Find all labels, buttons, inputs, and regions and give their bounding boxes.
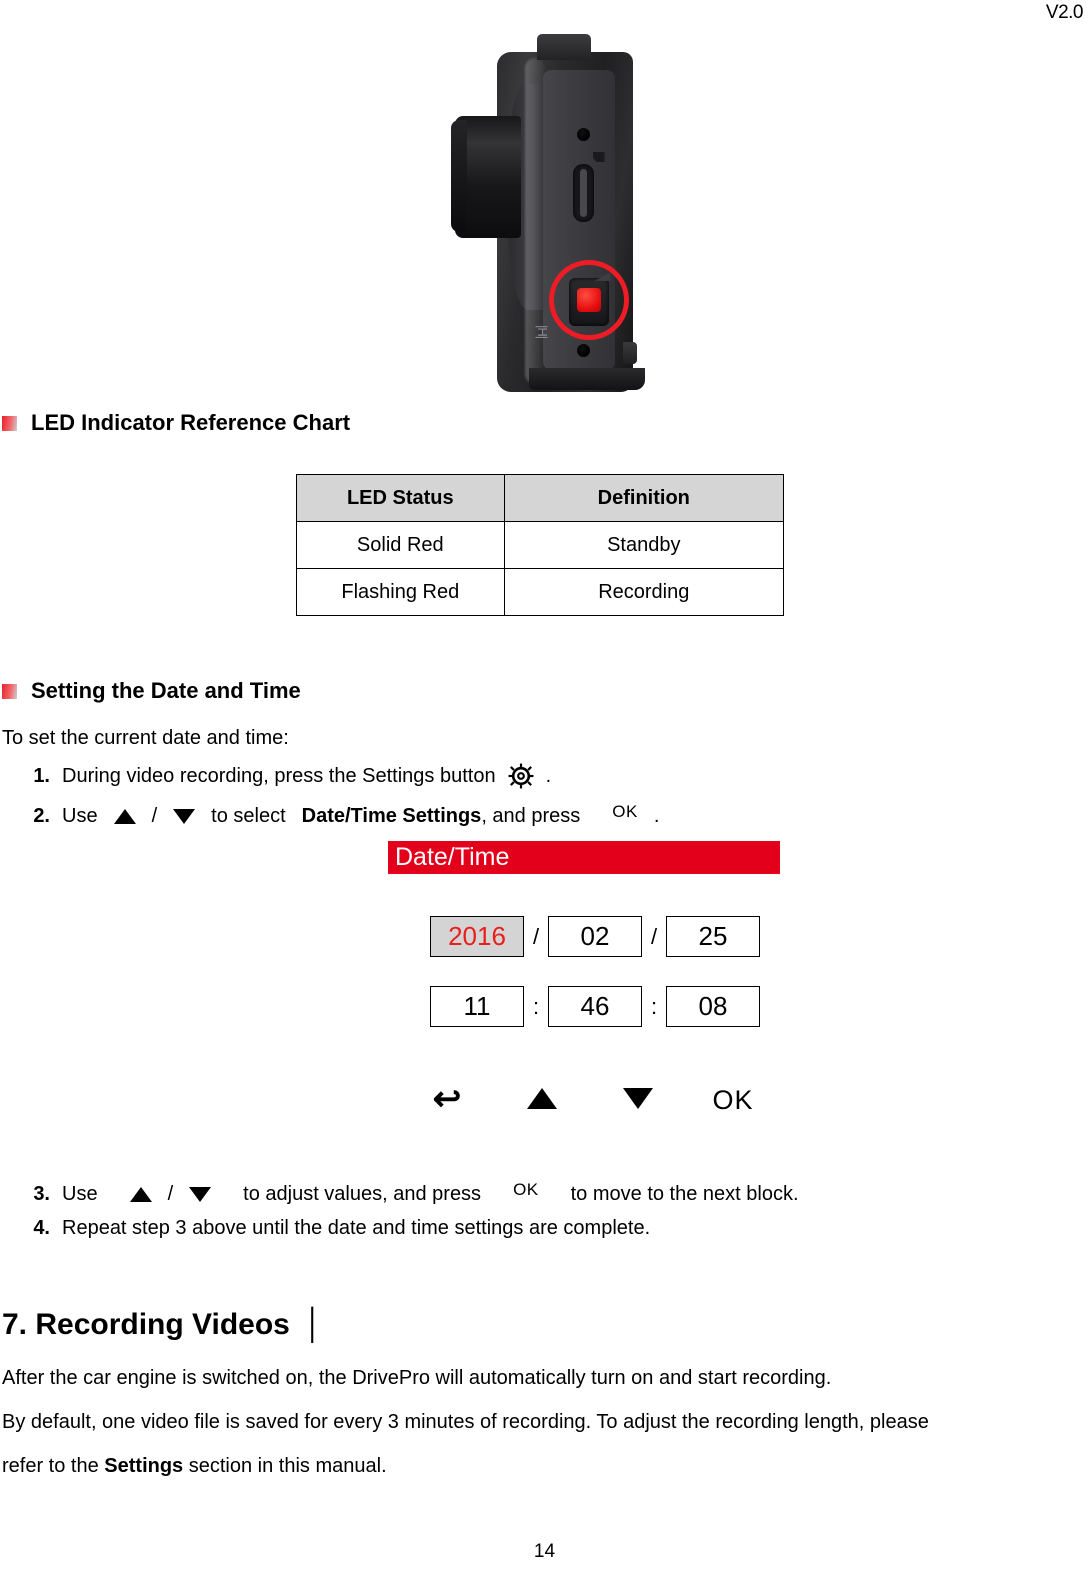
led-indicator-table: LED Status Definition Solid Red Standby … [296, 474, 785, 616]
step-text-mid: to adjust values, and press [243, 1183, 482, 1205]
heading-setting-the-date-and-time: Setting the Date and Time [2, 678, 301, 704]
paragraph-bold-term: Settings [104, 1455, 184, 1477]
table-row: Solid Red Standby [296, 521, 785, 569]
device-port-hole-top [576, 128, 590, 141]
step-text: Use [62, 805, 98, 827]
triangle-up-icon [113, 809, 136, 824]
step-number: 4. [33, 1217, 50, 1239]
time-separator-1: : [532, 993, 540, 1019]
device-port-hole-bottom [576, 344, 590, 357]
triangle-up-icon [527, 1088, 558, 1109]
time-field-row: 11 : 46 : 08 [430, 986, 760, 1027]
device-mount-nub [536, 34, 591, 60]
step-text-end: . [545, 764, 552, 787]
dashcam-side-view-image: |H| [425, 24, 665, 396]
second-field[interactable]: 08 [666, 986, 760, 1027]
up-button[interactable] [505, 1085, 579, 1116]
bullet-square-icon [2, 415, 17, 431]
time-separator-2: : [650, 993, 658, 1019]
device-microphone-mark: |H| [534, 325, 550, 339]
table-cell-definition: Standby [503, 521, 785, 569]
step-text-mid2: , and press [481, 805, 581, 827]
bullet-square-icon [2, 683, 17, 699]
ok-icon: OK [712, 1085, 754, 1115]
recording-paragraph-1: After the car engine is switched on, the… [2, 1367, 832, 1389]
heading-recording-videos: 7. Recording Videos │ [2, 1308, 323, 1342]
device-lens-front [450, 120, 467, 232]
heading-text: Setting the Date and Time [31, 678, 301, 703]
date-field-row: 2016 / 02 / 25 [430, 916, 760, 957]
step-text-end: to move to the next block. [570, 1183, 799, 1205]
table-header-definition: Definition [503, 474, 785, 522]
year-field[interactable]: 2016 [430, 916, 524, 957]
down-button[interactable] [601, 1085, 675, 1116]
document-version-label: V2.0 [1045, 2, 1084, 23]
table-header-led-status: LED Status [296, 474, 505, 522]
day-field[interactable]: 25 [666, 916, 760, 957]
paragraph-text-before: refer to the [2, 1455, 99, 1477]
gear-icon [508, 763, 534, 789]
ok-icon: OK [612, 801, 638, 821]
step-4: 4. Repeat step 3 above until the date an… [8, 1217, 650, 1240]
hour-field[interactable]: 11 [430, 986, 524, 1027]
step-text: During video recording, press the Settin… [62, 764, 496, 787]
device-memory-card-slot-inner [579, 169, 587, 217]
recording-paragraph-2-line-1: By default, one video file is saved for … [2, 1411, 929, 1433]
back-button[interactable]: ↩ [410, 1080, 484, 1118]
table-row: Flashing Red Recording [296, 568, 785, 616]
device-base [528, 368, 645, 390]
table-cell-status: Solid Red [296, 521, 505, 569]
annotation-highlight-circle [548, 260, 629, 340]
paragraph-text-after: section in this manual. [188, 1455, 387, 1477]
minute-field[interactable]: 46 [548, 986, 642, 1027]
triangle-down-icon [189, 1187, 212, 1202]
page-number: 14 [533, 1541, 556, 1562]
date-time-intro-text: To set the current date and time: [2, 727, 289, 749]
step-text: Use [62, 1183, 98, 1205]
step-2: 2. Use / to select Date/Time Settings , … [8, 801, 660, 828]
heading-text: LED Indicator Reference Chart [31, 410, 351, 435]
step-text-end: . [653, 805, 660, 827]
table-header-row: LED Status Definition [296, 474, 785, 522]
heading-text: 7. Recording Videos [2, 1308, 290, 1341]
step-separator: / [167, 1183, 174, 1205]
ok-icon: OK [513, 1179, 539, 1199]
back-arrow-icon: ↩ [432, 1080, 462, 1118]
step-1: 1. During video recording, press the Set… [8, 763, 551, 789]
step-separator: / [151, 805, 158, 827]
table-cell-status: Flashing Red [296, 568, 505, 616]
month-field[interactable]: 02 [548, 916, 642, 957]
step-text: Repeat step 3 above until the date and t… [62, 1217, 651, 1239]
heading-pipe: │ [304, 1308, 323, 1341]
step-bold-term: Date/Time Settings [301, 805, 482, 827]
table-cell-definition: Recording [503, 568, 785, 616]
date-separator-2: / [650, 923, 658, 949]
date-separator-1: / [532, 923, 540, 949]
device-photo-figure: |H| [0, 24, 1089, 396]
screen-title-bar: Date/Time [388, 841, 780, 874]
step-number: 1. [33, 764, 50, 787]
screen-button-row: ↩ OK [410, 1080, 770, 1118]
step-number: 3. [33, 1183, 50, 1205]
recording-paragraph-2-line-2: refer to the Settings section in this ma… [2, 1456, 387, 1476]
ok-button[interactable]: OK [696, 1085, 770, 1116]
step-3: 3. Use / to adjust values, and press OK … [8, 1179, 799, 1206]
triangle-down-icon [622, 1088, 653, 1109]
device-side-tab [622, 342, 637, 364]
triangle-up-icon [129, 1187, 152, 1202]
triangle-down-icon [173, 809, 196, 824]
heading-led-indicator-reference-chart: LED Indicator Reference Chart [2, 410, 350, 436]
step-number: 2. [33, 805, 50, 827]
step-text-mid: to select [211, 805, 286, 827]
